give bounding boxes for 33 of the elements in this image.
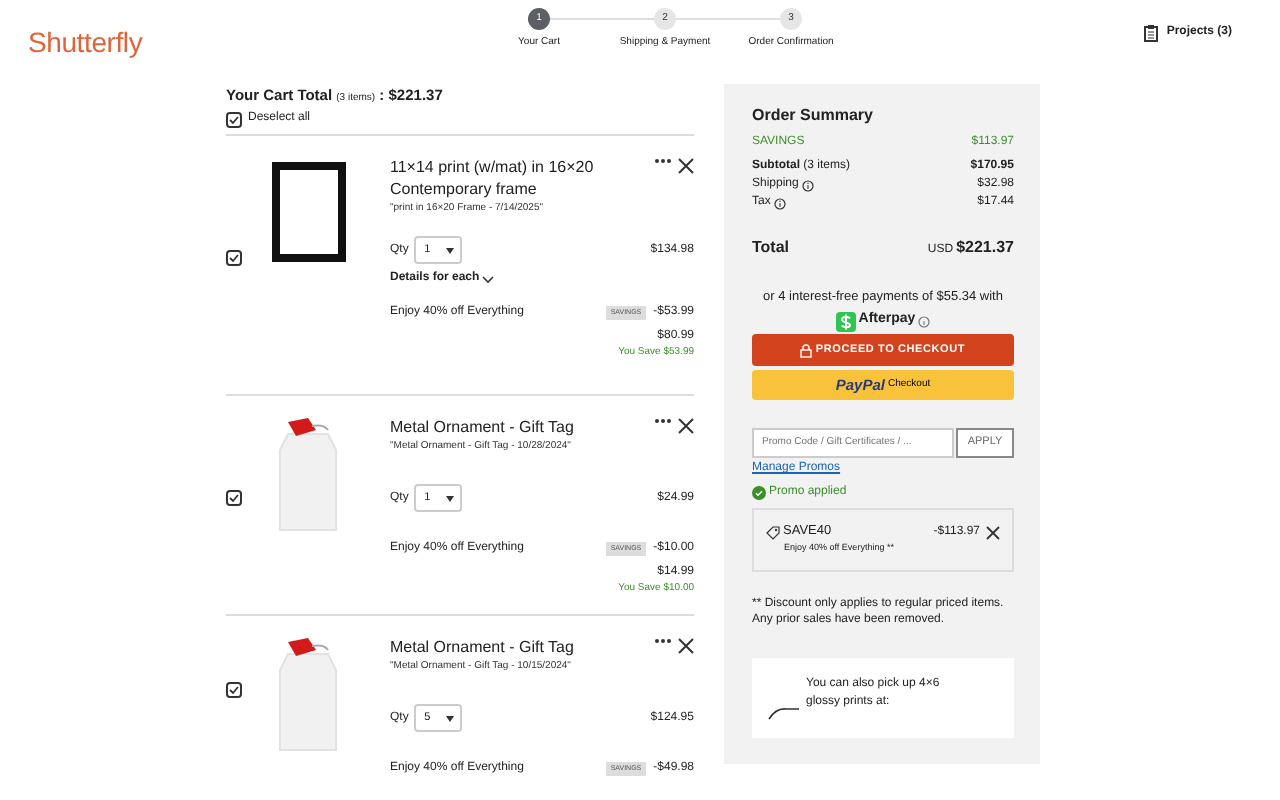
close-icon[interactable]	[678, 638, 694, 654]
total-label: Total	[752, 236, 790, 260]
caret-icon	[445, 247, 454, 254]
product-title: 11×14 print (w/mat) in 16×20	[390, 158, 594, 180]
chevron-icon	[482, 275, 495, 284]
dollar-icon	[835, 311, 856, 331]
more-icon[interactable]	[654, 638, 672, 644]
checkbox[interactable]	[226, 111, 242, 127]
check-circle-icon	[752, 486, 766, 501]
summary-title: Order Summary	[752, 104, 875, 128]
close-icon[interactable]	[986, 525, 1000, 540]
close-icon[interactable]	[678, 418, 694, 434]
caret-icon	[445, 715, 454, 722]
total-value: $221.37	[956, 236, 1014, 260]
product-title: Metal Ornament - Gift Tag	[390, 418, 574, 440]
caret-icon	[445, 495, 454, 502]
product-subtitle: Contemporary frame	[390, 179, 539, 202]
close-icon[interactable]	[678, 158, 694, 174]
info-icon	[801, 179, 814, 191]
checkbox[interactable]	[226, 682, 242, 699]
gift-tag-picture	[276, 418, 340, 534]
more-icon[interactable]	[654, 158, 672, 164]
tag-icon	[766, 525, 780, 540]
clipboard-icon	[1144, 24, 1159, 42]
checkbox[interactable]	[226, 250, 242, 266]
lock-icon	[800, 343, 813, 358]
gift-tag-picture	[276, 638, 340, 754]
info-icon	[773, 197, 786, 209]
frame-picture	[271, 162, 345, 262]
checkbox[interactable]	[226, 490, 242, 506]
info-icon	[918, 315, 931, 327]
product-title: Metal Ornament - Gift Tag	[390, 638, 574, 660]
more-icon[interactable]	[654, 418, 672, 424]
